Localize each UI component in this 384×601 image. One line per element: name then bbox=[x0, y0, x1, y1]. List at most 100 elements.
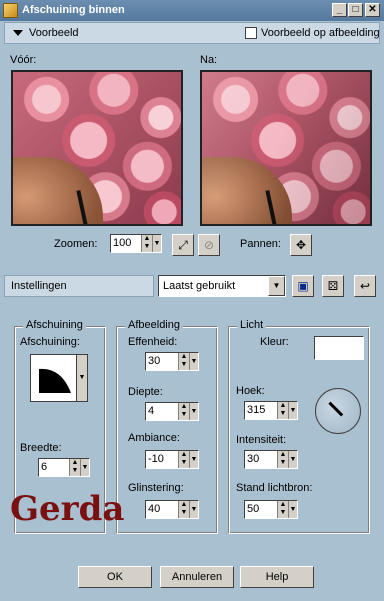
dropdown-arrow-icon[interactable]: ▼ bbox=[189, 501, 198, 518]
glinstering-stepper[interactable]: 40 ▲ ▼ ▼ bbox=[145, 500, 199, 519]
stand-lichtbron-label: Stand lichtbron: bbox=[236, 482, 313, 494]
intensiteit-value: 30 bbox=[247, 453, 260, 465]
before-shoulder bbox=[13, 157, 103, 224]
up-arrow-icon[interactable]: ▲ bbox=[179, 353, 189, 361]
reset-button[interactable]: ↩ bbox=[354, 275, 376, 297]
preview-on-image-checkbox[interactable] bbox=[245, 27, 257, 39]
intensiteit-stepper[interactable]: 30 ▲ ▼ ▼ bbox=[244, 450, 298, 469]
dropdown-arrow-icon[interactable]: ▼ bbox=[288, 501, 297, 518]
zoom-label: Zoomen: bbox=[54, 238, 98, 250]
gerda-watermark: Gerda bbox=[10, 489, 125, 529]
stand-lichtbron-stepper-arrows[interactable]: ▲ ▼ ▼ bbox=[277, 501, 297, 518]
preset-value: Laatst gebruikt bbox=[163, 280, 236, 292]
dropdown-arrow-icon[interactable]: ▼ bbox=[152, 235, 161, 252]
hoek-stepper-arrows[interactable]: ▲ ▼ ▼ bbox=[277, 402, 297, 419]
ambiance-label: Ambiance: bbox=[128, 432, 180, 444]
hoek-stepper[interactable]: 315 ▲ ▼ ▼ bbox=[244, 401, 298, 420]
diepte-label: Diepte: bbox=[128, 386, 163, 398]
up-arrow-icon[interactable]: ▲ bbox=[179, 501, 189, 509]
down-arrow-icon[interactable]: ▼ bbox=[278, 509, 288, 517]
light-color-swatch[interactable] bbox=[314, 336, 364, 360]
bevel-shape-dropdown[interactable]: ▼ bbox=[76, 354, 88, 402]
dropdown-arrow-icon[interactable]: ▼ bbox=[80, 459, 89, 476]
zoom-fit-icon: ⤢ bbox=[178, 238, 188, 252]
close-button[interactable]: ✕ bbox=[365, 3, 380, 17]
effenheid-stepper-arrows[interactable]: ▲ ▼ ▼ bbox=[178, 353, 198, 370]
up-arrow-icon[interactable]: ▲ bbox=[278, 451, 288, 459]
width-label: Breedte: bbox=[20, 442, 62, 454]
up-arrow-icon[interactable]: ▲ bbox=[278, 402, 288, 410]
app-icon bbox=[3, 3, 18, 18]
down-arrow-icon[interactable]: ▼ bbox=[278, 459, 288, 467]
preview-section-label: Voorbeeld bbox=[29, 27, 79, 39]
down-arrow-icon[interactable]: ▼ bbox=[179, 509, 189, 517]
width-stepper-arrows[interactable]: ▲ ▼ ▼ bbox=[69, 459, 89, 476]
help-button[interactable]: Help bbox=[240, 566, 314, 588]
down-arrow-icon[interactable]: ▼ bbox=[70, 467, 80, 475]
diepte-stepper[interactable]: 4 ▲ ▼ ▼ bbox=[145, 402, 199, 421]
dropdown-arrow-icon[interactable]: ▼ bbox=[288, 451, 297, 468]
kleur-label: Kleur: bbox=[260, 336, 289, 348]
preview-section-header[interactable]: Voorbeeld Voorbeeld op afbeelding bbox=[4, 22, 380, 44]
pan-label: Pannen: bbox=[240, 238, 281, 250]
effenheid-stepper[interactable]: 30 ▲ ▼ ▼ bbox=[145, 352, 199, 371]
zoom-fit-button[interactable]: ⤢ bbox=[172, 234, 194, 256]
effenheid-value: 30 bbox=[148, 355, 161, 367]
ambiance-value: -10 bbox=[148, 453, 164, 465]
dropdown-arrow-icon[interactable]: ▼ bbox=[189, 353, 198, 370]
window-title: Afschuining binnen bbox=[22, 4, 125, 16]
collapse-triangle-icon[interactable] bbox=[13, 30, 23, 36]
down-arrow-icon[interactable]: ▼ bbox=[278, 410, 288, 418]
angle-dial[interactable] bbox=[315, 388, 361, 434]
ambiance-stepper-arrows[interactable]: ▲ ▼ ▼ bbox=[178, 451, 198, 468]
diepte-stepper-arrows[interactable]: ▲ ▼ ▼ bbox=[178, 403, 198, 420]
up-arrow-icon[interactable]: ▲ bbox=[70, 459, 80, 467]
before-preview[interactable] bbox=[11, 70, 183, 226]
minimize-button[interactable]: _ bbox=[332, 3, 347, 17]
down-arrow-icon[interactable]: ▼ bbox=[142, 243, 152, 251]
afschuining-sub-label: Afschuining: bbox=[20, 336, 80, 348]
down-arrow-icon[interactable]: ▼ bbox=[179, 361, 189, 369]
randomize-button[interactable]: ⚄ bbox=[322, 275, 344, 297]
hoek-value: 315 bbox=[247, 404, 266, 416]
up-arrow-icon[interactable]: ▲ bbox=[179, 403, 189, 411]
up-arrow-icon[interactable]: ▲ bbox=[179, 451, 189, 459]
up-arrow-icon[interactable]: ▲ bbox=[142, 235, 152, 243]
dropdown-arrow-icon[interactable]: ▼ bbox=[288, 402, 297, 419]
glinstering-stepper-arrows[interactable]: ▲ ▼ ▼ bbox=[178, 501, 198, 518]
zoom-value: 100 bbox=[113, 237, 132, 249]
dropdown-arrow-icon[interactable]: ▼ bbox=[268, 276, 285, 296]
preview-on-image-label: Voorbeeld op afbeelding bbox=[261, 27, 380, 39]
afbeelding-legend: Afbeelding bbox=[125, 319, 183, 331]
dropdown-arrow-icon[interactable]: ▼ bbox=[189, 451, 198, 468]
dropdown-arrow-icon[interactable]: ▼ bbox=[189, 403, 198, 420]
dice-icon: ⚄ bbox=[327, 279, 339, 293]
settings-label: Instellingen bbox=[11, 280, 67, 292]
ambiance-stepper[interactable]: -10 ▲ ▼ ▼ bbox=[145, 450, 199, 469]
ok-button[interactable]: OK bbox=[78, 566, 152, 588]
effenheid-label: Effenheid: bbox=[128, 336, 178, 348]
preset-select[interactable]: Laatst gebruikt ▼ bbox=[158, 275, 286, 297]
title-bar[interactable]: Afschuining binnen _ □ ✕ bbox=[0, 0, 384, 21]
angle-dial-needle[interactable] bbox=[328, 401, 344, 417]
up-arrow-icon[interactable]: ▲ bbox=[278, 501, 288, 509]
after-preview[interactable] bbox=[200, 70, 372, 226]
pan-move-icon: ✥ bbox=[295, 238, 307, 252]
down-arrow-icon[interactable]: ▼ bbox=[179, 411, 189, 419]
width-stepper[interactable]: 6 ▲ ▼ ▼ bbox=[38, 458, 90, 477]
intensiteit-stepper-arrows[interactable]: ▲ ▼ ▼ bbox=[277, 451, 297, 468]
intensiteit-label: Intensiteit: bbox=[236, 434, 287, 446]
save-preset-button[interactable]: ▣ bbox=[292, 275, 314, 297]
pan-button[interactable]: ✥ bbox=[290, 234, 312, 256]
zoom-stepper[interactable]: 100 ▲ ▼ ▼ bbox=[110, 234, 162, 253]
down-arrow-icon[interactable]: ▼ bbox=[179, 459, 189, 467]
dialog-window: Afschuining binnen _ □ ✕ Voorbeeld Voorb… bbox=[0, 0, 384, 601]
stand-lichtbron-value: 50 bbox=[247, 503, 260, 515]
maximize-button[interactable]: □ bbox=[348, 3, 363, 17]
zoom-actual-button[interactable]: ⊘ bbox=[198, 234, 220, 256]
glinstering-value: 40 bbox=[148, 503, 161, 515]
settings-header: Instellingen bbox=[4, 275, 154, 297]
cancel-button[interactable]: Annuleren bbox=[160, 566, 234, 588]
stand-lichtbron-stepper[interactable]: 50 ▲ ▼ ▼ bbox=[244, 500, 298, 519]
zoom-stepper-arrows[interactable]: ▲ ▼ ▼ bbox=[141, 235, 161, 252]
